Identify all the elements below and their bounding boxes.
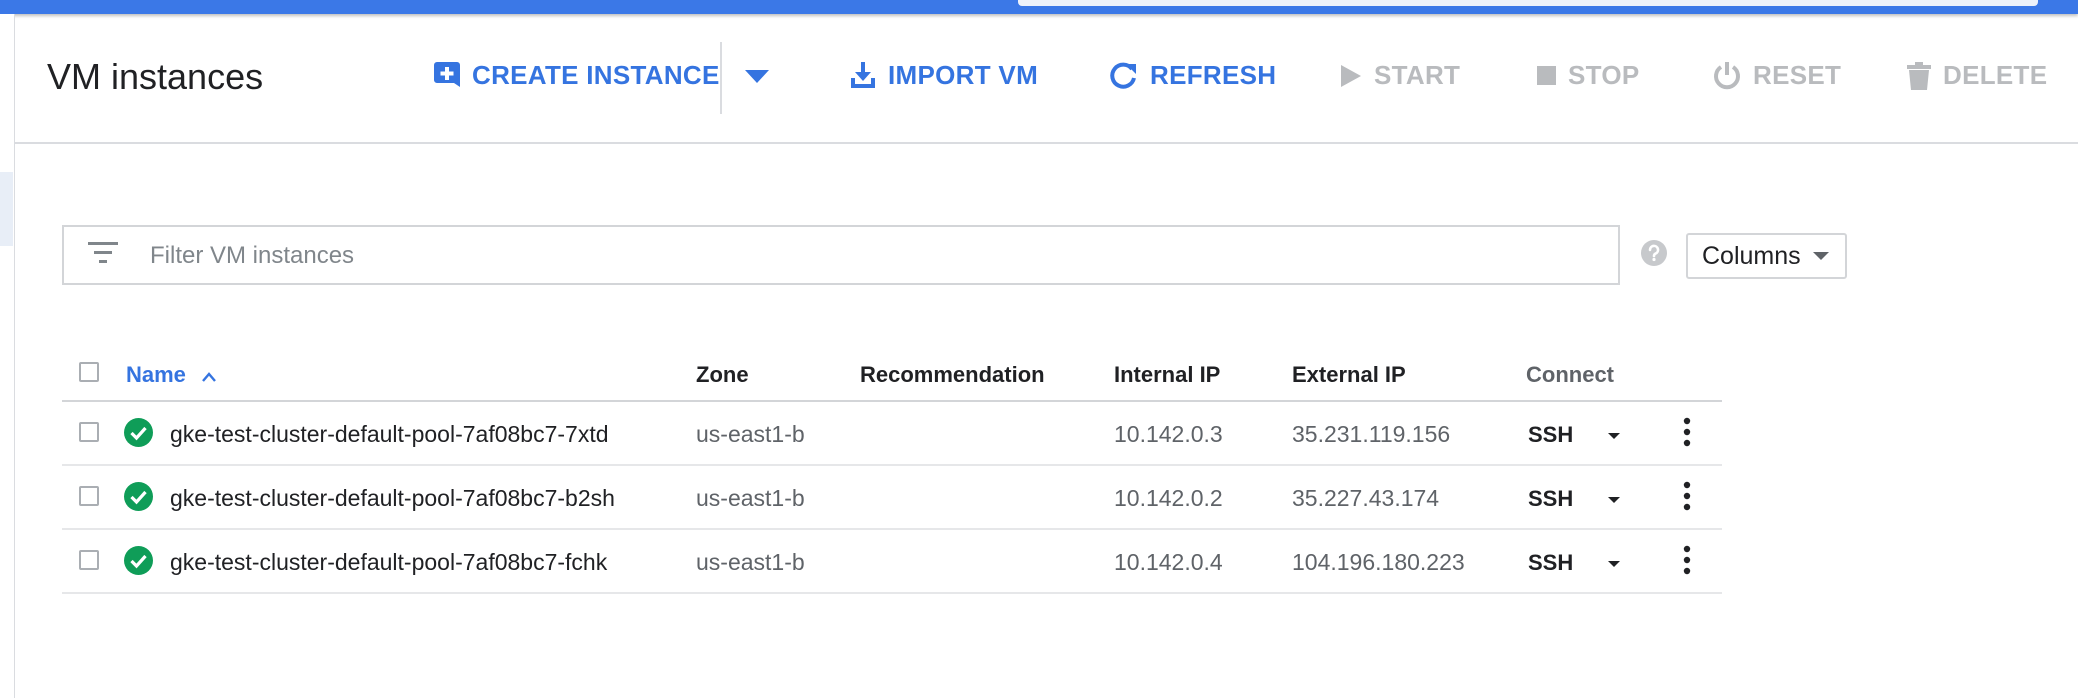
table-header-row: Name Zone Recommendation Internal IP Ext… xyxy=(62,350,1722,402)
check-circle-icon xyxy=(124,482,153,511)
instance-external-ip[interactable]: 35.227.43.174 xyxy=(1292,485,1439,512)
top-app-bar-search-edge xyxy=(1018,0,2038,6)
import-vm-button[interactable]: IMPORT VM xyxy=(850,60,1038,91)
stop-icon xyxy=(1537,66,1556,85)
sort-ascending-icon xyxy=(202,372,216,382)
chevron-down-icon[interactable] xyxy=(1608,433,1620,439)
side-navigation-rail xyxy=(0,14,15,698)
more-vert-icon[interactable] xyxy=(1682,481,1692,511)
row-checkbox[interactable] xyxy=(79,486,99,506)
filter-list-icon xyxy=(88,242,118,263)
chevron-down-icon xyxy=(1813,252,1829,260)
check-circle-icon xyxy=(124,418,153,447)
column-header-internal-ip[interactable]: Internal IP xyxy=(1114,362,1220,388)
create-instance-options-button[interactable] xyxy=(745,70,781,84)
start-label: START xyxy=(1374,60,1461,90)
column-header-name[interactable]: Name xyxy=(126,362,216,388)
instance-internal-ip: 10.142.0.2 xyxy=(1114,485,1223,511)
row-checkbox[interactable] xyxy=(79,550,99,570)
chevron-down-icon[interactable] xyxy=(1608,561,1620,567)
instance-external-ip[interactable]: 104.196.180.223 xyxy=(1292,549,1465,576)
columns-dropdown[interactable]: Columns xyxy=(1686,233,1847,279)
more-vert-icon[interactable] xyxy=(1682,417,1692,447)
trash-icon xyxy=(1907,61,1931,90)
filter-bar xyxy=(62,225,1620,285)
column-header-zone[interactable]: Zone xyxy=(696,362,749,388)
ssh-button[interactable]: SSH xyxy=(1528,486,1573,512)
column-header-external-ip[interactable]: External IP xyxy=(1292,362,1406,388)
instance-zone: us-east1-b xyxy=(696,421,805,447)
instance-external-ip[interactable]: 35.231.119.156 xyxy=(1292,421,1450,448)
refresh-label: REFRESH xyxy=(1150,60,1277,90)
reset-label: RESET xyxy=(1753,60,1842,90)
side-navigation-active-mark xyxy=(0,172,13,246)
instance-zone: us-east1-b xyxy=(696,549,805,575)
ssh-button[interactable]: SSH xyxy=(1528,550,1573,576)
toolbar-divider xyxy=(720,42,722,114)
delete-label: DELETE xyxy=(1943,60,2048,90)
help-icon[interactable] xyxy=(1641,240,1667,271)
column-header-connect: Connect xyxy=(1526,362,1614,387)
instance-name-link[interactable]: gke-test-cluster-default-pool-7af08bc7-7… xyxy=(170,421,609,448)
page-title: VM instances xyxy=(47,56,264,97)
start-button[interactable]: START xyxy=(1340,60,1460,91)
vm-instances-table: Name Zone Recommendation Internal IP Ext… xyxy=(62,350,1722,594)
select-all-checkbox[interactable] xyxy=(79,362,99,382)
refresh-icon xyxy=(1110,62,1136,89)
more-vert-icon[interactable] xyxy=(1682,545,1692,575)
delete-button[interactable]: DELETE xyxy=(1907,60,2047,91)
download-icon xyxy=(851,61,875,88)
row-checkbox[interactable] xyxy=(79,422,99,442)
create-instance-label: CREATE INSTANCE xyxy=(472,60,720,90)
power-icon xyxy=(1714,61,1740,89)
table-row[interactable]: gke-test-cluster-default-pool-7af08bc7-b… xyxy=(62,466,1722,530)
create-instance-button[interactable]: CREATE INSTANCE xyxy=(434,60,720,91)
top-app-bar xyxy=(0,0,2078,14)
import-vm-label: IMPORT VM xyxy=(888,60,1039,90)
stop-label: STOP xyxy=(1568,60,1640,90)
refresh-button[interactable]: REFRESH xyxy=(1108,60,1276,91)
instance-internal-ip: 10.142.0.4 xyxy=(1114,549,1223,575)
chevron-down-icon[interactable] xyxy=(1608,497,1620,503)
instance-name-link[interactable]: gke-test-cluster-default-pool-7af08bc7-f… xyxy=(170,549,607,576)
add-box-icon xyxy=(434,61,460,87)
instance-name-link[interactable]: gke-test-cluster-default-pool-7af08bc7-b… xyxy=(170,485,615,512)
column-header-name-label: Name xyxy=(126,362,186,387)
instance-zone: us-east1-b xyxy=(696,485,805,511)
reset-button[interactable]: RESET xyxy=(1713,60,1841,91)
chevron-down-icon xyxy=(745,70,769,83)
table-row[interactable]: gke-test-cluster-default-pool-7af08bc7-7… xyxy=(62,402,1722,466)
column-header-recommendation[interactable]: Recommendation xyxy=(860,362,1045,388)
play-icon xyxy=(1341,64,1361,87)
stop-button[interactable]: STOP xyxy=(1537,60,1640,91)
check-circle-icon xyxy=(124,546,153,575)
ssh-button[interactable]: SSH xyxy=(1528,422,1573,448)
filter-input[interactable] xyxy=(148,237,1592,275)
columns-label: Columns xyxy=(1702,241,1801,270)
table-row[interactable]: gke-test-cluster-default-pool-7af08bc7-f… xyxy=(62,530,1722,594)
instance-internal-ip: 10.142.0.3 xyxy=(1114,421,1223,447)
